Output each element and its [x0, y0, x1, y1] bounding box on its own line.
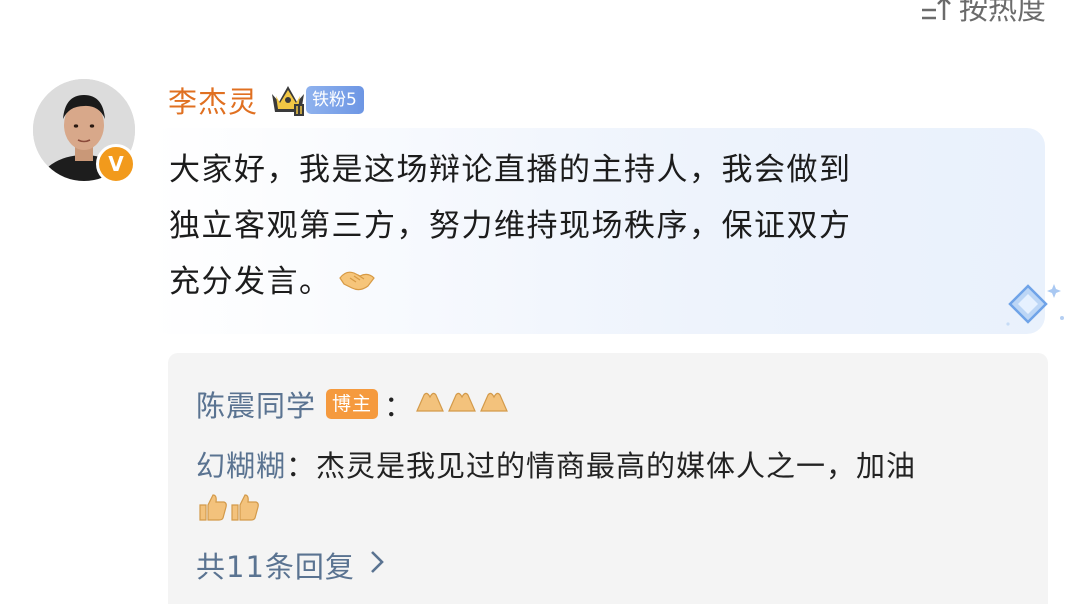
comment-line-text: 充分发言。: [169, 264, 332, 300]
reply-item: 幻糊糊 ： 杰灵是我见过的情商最高的媒体人之一，加油: [196, 443, 916, 485]
verified-badge: V: [96, 144, 136, 184]
view-replies-link[interactable]: 共11条回复: [196, 544, 385, 586]
comment-page: 按热度 V 李杰灵 铁粉5 大家好，我是这场辩论直播的主持人，我会做到 独立客观…: [0, 0, 1080, 604]
sort-toggle[interactable]: 按热度: [919, 0, 1046, 28]
host-badge: 博主: [326, 389, 379, 419]
pray-hands-icon: [478, 387, 510, 422]
reply-item: 陈震同学 博主 ：: [196, 383, 510, 425]
pray-hands-icon: [414, 387, 446, 422]
reply-author[interactable]: 陈震同学: [196, 383, 316, 425]
crown-icon: [268, 82, 308, 118]
user-name[interactable]: 李杰灵: [168, 79, 258, 121]
fan-badge: 铁粉5: [306, 86, 364, 114]
chevron-right-icon: [369, 548, 385, 582]
comment-line: 大家好，我是这场辩论直播的主持人，我会做到: [169, 152, 852, 188]
comment-header: 李杰灵 铁粉5: [168, 80, 364, 120]
pray-hands-icon: [446, 387, 478, 422]
handshake-icon: [338, 256, 376, 312]
reply-separator: ：: [384, 389, 415, 423]
reply-emoji-row: [196, 492, 260, 529]
reply-author[interactable]: 幻糊糊: [196, 443, 286, 485]
comment-line: 独立客观第三方，努力维持现场秩序，保证双方: [169, 208, 852, 244]
thumbs-up-icon: [196, 492, 228, 529]
reply-count-label: 共11条回复: [196, 550, 355, 584]
comment-line: 充分发言。: [169, 254, 1019, 312]
reply-separator: ：: [286, 449, 317, 483]
sort-label: 按热度: [958, 0, 1046, 26]
diamond-icon: [1002, 280, 1068, 340]
thumbs-up-icon: [228, 492, 260, 529]
reply-text: 杰灵是我见过的情商最高的媒体人之一，加油: [316, 449, 917, 483]
comment-text: 大家好，我是这场辩论直播的主持人，我会做到 独立客观第三方，努力维持现场秩序，保…: [169, 142, 1019, 312]
sort-icon: [919, 0, 953, 22]
